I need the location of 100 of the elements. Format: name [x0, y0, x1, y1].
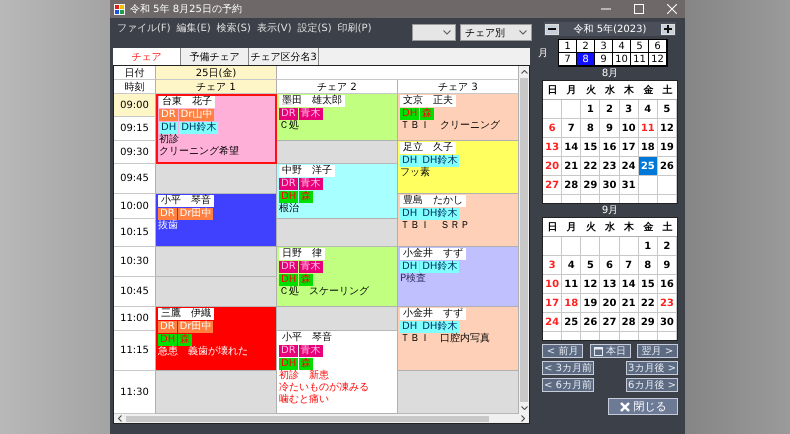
calendar-day[interactable]: 2 — [658, 237, 677, 256]
calendar-day[interactable]: 1 — [581, 100, 600, 119]
calendar-day[interactable]: 2 — [600, 100, 620, 119]
calendar-day[interactable]: 14 — [562, 138, 582, 157]
empty-slot[interactable] — [277, 141, 398, 164]
calendar-day[interactable]: 29 — [638, 313, 658, 332]
appointment-block[interactable]: 足立 久子 DH DH鈴木 フッ素 — [398, 141, 519, 194]
calendar-day[interactable]: 12 — [658, 119, 677, 138]
calendar-day[interactable]: 9 — [658, 256, 677, 275]
tab[interactable]: チェア区分名3 — [249, 48, 319, 65]
calendar-day[interactable]: 23 — [600, 157, 620, 176]
calendar-day[interactable]: 15 — [638, 275, 658, 294]
next-year-button[interactable] — [660, 24, 675, 34]
scrollbar-thumb[interactable] — [126, 416, 489, 422]
calendar-day[interactable]: 6 — [543, 119, 562, 138]
calendar-day[interactable]: 30 — [658, 313, 677, 332]
month-cell[interactable]: 1 — [559, 40, 577, 53]
scroll-left-icon[interactable] — [118, 415, 122, 422]
calendar-nav-button[interactable]: 3カ月後 > — [626, 361, 678, 375]
calendar-day[interactable]: 8 — [638, 256, 658, 275]
calendar-day[interactable]: 5 — [581, 256, 600, 275]
appointment-block[interactable]: 墨田 雄太郎 DR 青木 Ｃ処 — [277, 94, 398, 141]
dropdown[interactable]: チェア別 — [460, 24, 532, 41]
menu-item[interactable]: ファイル(F) — [117, 21, 171, 35]
month-cell[interactable]: 9 — [595, 53, 613, 66]
appointment-block[interactable]: 豊島 たかし DH DH鈴木 ＴＢＩ ＳＲＰ — [398, 194, 519, 247]
calendar-day[interactable]: 17 — [620, 138, 639, 157]
chair-header[interactable]: チェア 1 — [156, 80, 277, 94]
appointment-block[interactable]: 文京 正夫 DH 森 ＴＢＩ クリーニング — [398, 94, 519, 141]
calendar-day[interactable]: 22 — [638, 294, 658, 313]
month-cell[interactable]: 7 — [559, 53, 577, 66]
month-cell[interactable]: 6 — [649, 40, 667, 53]
month-cell[interactable]: 12 — [649, 53, 667, 66]
calendar-day[interactable]: 17 — [543, 294, 562, 313]
calendar-day[interactable]: 3 — [620, 100, 639, 119]
calendar-day[interactable]: 27 — [600, 313, 620, 332]
calendar-day[interactable]: 15 — [581, 138, 600, 157]
previous-year-button[interactable] — [545, 24, 559, 34]
menu-item[interactable]: 編集(E) — [176, 21, 211, 35]
tab[interactable]: チェア — [113, 48, 181, 65]
calendar-day[interactable]: 10 — [620, 119, 639, 138]
calendar-day[interactable]: 10 — [543, 275, 562, 294]
calendar-day[interactable]: 19 — [581, 294, 600, 313]
calendar-day[interactable]: 20 — [543, 157, 562, 176]
calendar-day[interactable]: 4 — [562, 256, 582, 275]
scroll-up-icon[interactable] — [520, 70, 528, 74]
calendar-nav-button[interactable]: < 前月 — [542, 344, 583, 358]
calendar-day[interactable]: 30 — [600, 176, 620, 195]
scroll-down-icon[interactable] — [520, 406, 528, 410]
menu-item[interactable]: 検索(S) — [216, 21, 251, 35]
calendar-day[interactable]: 25 — [562, 313, 582, 332]
empty-slot[interactable] — [277, 219, 398, 247]
scrollbar-thumb[interactable] — [520, 78, 528, 402]
calendar-day[interactable]: 26 — [581, 313, 600, 332]
appointment-block[interactable]: 小平 琴音 DR Dr田中 抜歯 — [156, 194, 277, 247]
month-cell[interactable]: 11 — [631, 53, 649, 66]
calendar-day[interactable]: 16 — [600, 138, 620, 157]
menu-item[interactable]: 設定(S) — [298, 21, 332, 35]
calendar-day[interactable]: 31 — [620, 176, 639, 195]
calendar-day[interactable]: 27 — [543, 176, 562, 195]
calendar-day[interactable]: 24 — [543, 313, 562, 332]
scroll-right-icon[interactable] — [521, 415, 525, 422]
calendar-nav-button[interactable]: 6カ月後 > — [626, 378, 678, 392]
calendar-day[interactable]: 22 — [581, 157, 600, 176]
month-cell[interactable]: 2 — [577, 40, 595, 53]
calendar-day[interactable]: 25 — [638, 157, 658, 176]
chair-header[interactable]: チェア 3 — [398, 80, 519, 94]
maximize-icon[interactable] — [634, 4, 644, 14]
month-cell[interactable]: 3 — [595, 40, 613, 53]
calendar-day[interactable]: 12 — [581, 275, 600, 294]
calendar-day[interactable]: 21 — [562, 157, 582, 176]
calendar-day[interactable]: 29 — [581, 176, 600, 195]
vertical-scrollbar[interactable] — [519, 66, 529, 414]
close-button[interactable]: 閉じる — [608, 398, 678, 415]
calendar-nav-button[interactable]: < 3カ月前 — [542, 361, 594, 375]
calendar-day[interactable]: 8 — [581, 119, 600, 138]
calendar-day[interactable]: 14 — [620, 275, 639, 294]
month-cell[interactable]: 8 — [577, 53, 595, 66]
calendar-day[interactable]: 20 — [600, 294, 620, 313]
calendar-day[interactable]: 16 — [658, 275, 677, 294]
calendar-day[interactable]: 19 — [658, 138, 677, 157]
calendar-day[interactable]: 1 — [638, 237, 658, 256]
calendar-day[interactable]: 28 — [562, 176, 582, 195]
empty-slot[interactable] — [277, 307, 398, 331]
calendar-nav-button[interactable]: 翌月 > — [637, 344, 678, 358]
chair-header[interactable]: チェア 2 — [277, 80, 398, 94]
appointment-block[interactable]: 小平 琴音 DR 青木 DH 森 初診 新患 冷たいものが凍みる 噛むと痛い — [277, 331, 398, 414]
calendar-day[interactable]: 5 — [658, 100, 677, 119]
appointment-block[interactable]: 小金井 すず DH DH鈴木 ＴＢＩ 口腔内写真 — [398, 307, 519, 371]
calendar-day[interactable]: 23 — [658, 294, 677, 313]
month-cell[interactable]: 5 — [631, 40, 649, 53]
appointment-block[interactable]: 小金井 すず DH DH鈴木 P検査 — [398, 247, 519, 307]
calendar-day[interactable]: 4 — [638, 100, 658, 119]
calendar-day[interactable]: 28 — [620, 313, 639, 332]
calendar-day[interactable]: 24 — [620, 157, 639, 176]
appointment-block[interactable]: 三鷹 伊織 DR Dr田中 DH 森 急患 義歯が壊れた — [156, 307, 277, 371]
menu-item[interactable]: 表示(V) — [256, 21, 292, 35]
calendar-nav-button[interactable]: < 6カ月前 — [542, 378, 594, 392]
calendar-day[interactable]: 18 — [562, 294, 582, 313]
month-cell[interactable]: 4 — [613, 40, 631, 53]
